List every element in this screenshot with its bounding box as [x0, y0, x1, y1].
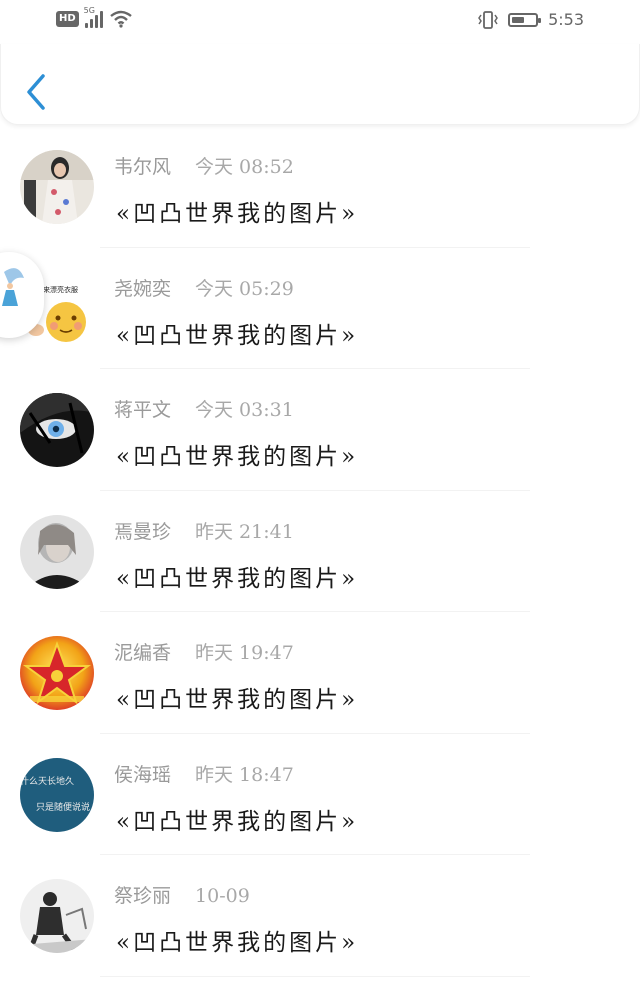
timestamp: 10-09 [195, 885, 250, 907]
top-app-bar [0, 44, 640, 125]
chevron-left-icon [27, 74, 45, 110]
avatar[interactable] [20, 636, 94, 710]
list-item[interactable]: 泥编香 昨天 19:47 «凹凸世界我的图片» [0, 612, 640, 734]
avatar[interactable]: 什么天长地久 只是随便说说 [20, 757, 94, 832]
avatar[interactable] [20, 514, 94, 589]
timestamp: 昨天 18:47 [195, 763, 294, 786]
item-title: «凹凸世界我的图片» [116, 808, 359, 835]
timestamp: 昨天 19:47 [195, 642, 294, 664]
sender-name: 蒋平文 [114, 399, 172, 421]
timestamp: 今天 03:31 [195, 399, 294, 421]
item-title: «凹凸世界我的图片» [116, 930, 359, 956]
sender-name: 韦尔风 [114, 156, 172, 178]
avatar[interactable] [20, 393, 94, 467]
vibrate-icon [478, 10, 498, 29]
sender-name: 侯海瑶 [114, 763, 172, 786]
sender-name: 尧婉奕 [114, 277, 172, 300]
timestamp: 今天 08:52 [195, 156, 294, 178]
status-bar: HD 5G 5:53 [0, 0, 640, 44]
message-list: 韦尔风 今天 08:52 «凹凸世界我的图片» 我来漂亮衣服 尧婉奕 今天 05… [0, 126, 640, 977]
list-item[interactable]: 祭珍丽 10-09 «凹凸世界我的图片» [0, 855, 640, 977]
message-meta: 韦尔风 今天 08:52 [114, 152, 294, 179]
list-item[interactable]: 我来漂亮衣服 尧婉奕 今天 05:29 «凹凸世界我的图片» [0, 248, 640, 369]
item-title: «凹凸世界我的图片» [116, 687, 359, 713]
wifi-icon [109, 10, 132, 28]
divider [100, 975, 530, 977]
message-meta: 尧婉奕 今天 05:29 [114, 274, 294, 301]
sender-name: 祭珍丽 [114, 885, 172, 907]
message-meta: 蒋平文 今天 03:31 [114, 395, 294, 422]
list-item[interactable]: 什么天长地久 只是随便说说 侯海瑶 昨天 18:47 «凹凸世界我的图片» [0, 734, 640, 855]
timestamp: 昨天 21:41 [195, 520, 294, 543]
avatar[interactable] [20, 879, 94, 953]
avatar-caption-line1: 什么天长地久 [20, 775, 74, 787]
network-type-label: 5G [83, 6, 95, 15]
clock: 5:53 [548, 10, 584, 29]
item-title: «凹凸世界我的图片» [116, 565, 359, 592]
item-title: «凹凸世界我的图片» [116, 201, 359, 227]
sender-name: 泥编香 [114, 642, 172, 664]
list-item[interactable]: 蒋平文 今天 03:31 «凹凸世界我的图片» [0, 369, 640, 491]
timestamp: 今天 05:29 [195, 277, 294, 300]
signal-icon: 5G [84, 6, 103, 28]
message-meta: 祭珍丽 10-09 [114, 881, 250, 908]
message-meta: 侯海瑶 昨天 18:47 [114, 760, 294, 787]
avatar-caption-line2: 只是随便说说 [36, 801, 90, 813]
item-title: «凹凸世界我的图片» [116, 322, 359, 349]
item-title: «凹凸世界我的图片» [116, 444, 359, 470]
floating-assistant-button[interactable] [0, 252, 44, 338]
back-button[interactable] [23, 72, 51, 112]
message-meta: 泥编香 昨天 19:47 [114, 638, 294, 665]
sender-name: 焉曼珍 [114, 520, 172, 543]
avatar[interactable] [20, 150, 94, 224]
hd-icon: HD [56, 11, 79, 27]
message-meta: 焉曼珍 昨天 21:41 [114, 517, 294, 544]
list-item[interactable]: 韦尔风 今天 08:52 «凹凸世界我的图片» [0, 126, 640, 248]
list-item[interactable]: 焉曼珍 昨天 21:41 «凹凸世界我的图片» [0, 491, 640, 612]
battery-icon [508, 12, 542, 27]
